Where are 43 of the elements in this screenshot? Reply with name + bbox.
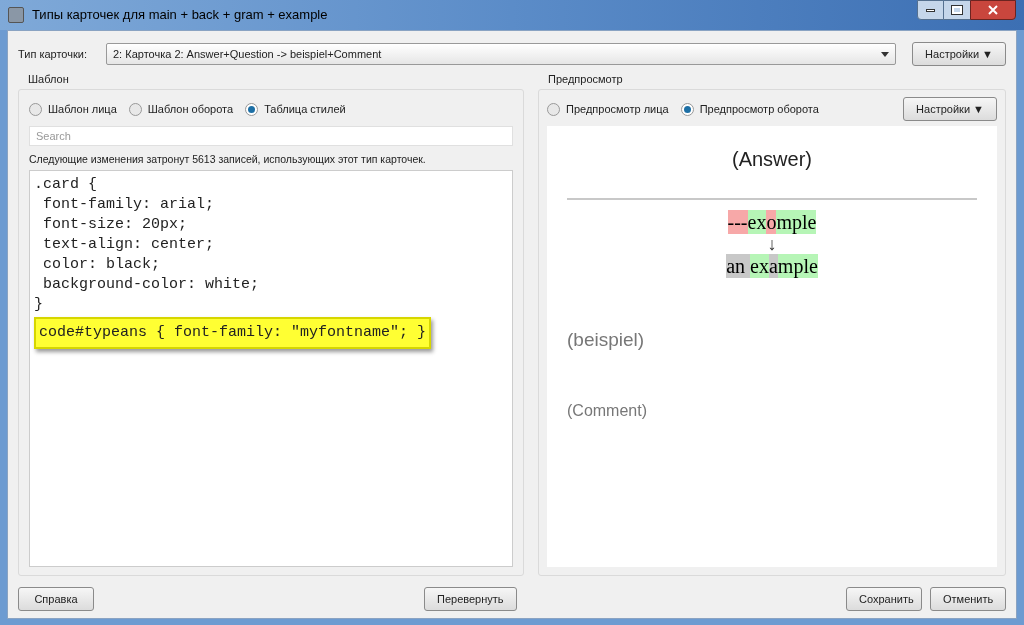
radio-button[interactable] — [680, 102, 694, 116]
code-line: color: black; — [42, 255, 161, 275]
radio-button[interactable] — [245, 102, 259, 116]
radio-button[interactable] — [29, 102, 42, 116]
code-editor[interactable]: .card { font-family: arial; font-size: 20px; text-align: center; color: black; background-color: white; } code#typeans { font-family: "myfontname"; } — [29, 170, 513, 567]
options-button[interactable]: Настройки ▼ — [903, 97, 997, 121]
radio-button[interactable] — [128, 102, 142, 116]
radio-option[interactable]: Таблица стилей — [245, 100, 346, 118]
close-button[interactable] — [970, 0, 1016, 20]
code-line: } — [34, 295, 43, 315]
code-line: .card { — [34, 175, 97, 195]
answer-field: (Answer) — [732, 144, 812, 174]
code-line: background-color: white; — [42, 275, 260, 295]
help-button[interactable]: Справка — [18, 587, 94, 611]
correct-answer: an example — [726, 254, 818, 278]
cancel-button[interactable]: Отменить — [930, 587, 1006, 611]
beispiel-field: (beispiel) — [567, 326, 977, 355]
caret-icon — [881, 51, 890, 57]
options-button[interactable]: Настройки ▼ — [912, 42, 1006, 66]
code-line: font-size: 20px; — [42, 215, 188, 235]
flip-button[interactable]: Перевернуть — [424, 587, 517, 611]
radio-option[interactable]: Шаблон лица — [29, 100, 117, 118]
search-field[interactable]: Search — [29, 126, 513, 146]
section-title: Предпросмотр — [548, 72, 624, 87]
radio-option[interactable]: Предпросмотр лица — [547, 100, 669, 118]
app-icon — [8, 7, 24, 23]
card-type-dropdown[interactable]: 2: Карточка 2: Answer+Question -> beispiel+Comment — [106, 43, 897, 65]
window-title: Типы карточек для main + back + gram + example — [32, 6, 328, 25]
radio-button[interactable] — [547, 102, 560, 116]
section-title: Шаблон — [28, 72, 70, 87]
comment-field: (Comment) — [567, 398, 977, 423]
down-arrow: ↓ — [767, 234, 777, 254]
code-line: font-family: arial; — [42, 195, 215, 215]
save-button[interactable]: Сохранить — [846, 587, 922, 611]
code-line: text-align: center; — [42, 235, 215, 255]
radio-option[interactable]: Предпросмотр оборота — [680, 100, 819, 118]
notice-text: Следующие изменения затронут 5613 записей, использующих этот тип карточек. — [29, 152, 427, 167]
card-type-label: Тип карточки: — [18, 46, 88, 62]
radio-option[interactable]: Шаблон оборота — [128, 100, 234, 118]
close-icon — [988, 5, 998, 15]
typed-answer: ---exomple — [727, 210, 817, 234]
maximize-button[interactable] — [944, 0, 970, 20]
minimize-button[interactable] — [917, 0, 944, 20]
